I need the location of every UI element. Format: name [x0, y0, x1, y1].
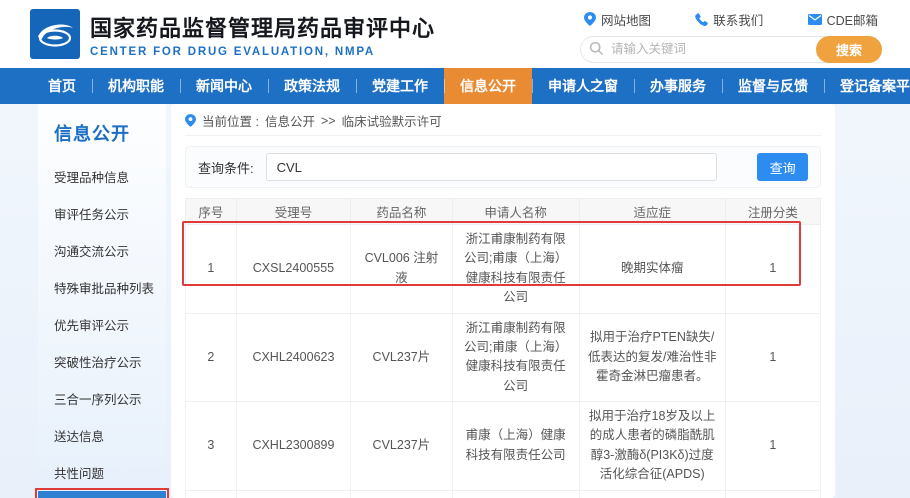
phone-icon: [695, 13, 708, 26]
nav-item-policies[interactable]: 政策法规: [268, 68, 356, 104]
site-title: 国家药品监督管理局药品审评中心: [90, 11, 435, 43]
nav-item-news[interactable]: 新闻中心: [180, 68, 268, 104]
col-acceptance-no: 受理号: [236, 199, 350, 225]
breadcrumb-section[interactable]: 信息公开: [265, 111, 315, 130]
query-bar: 查询条件: 查询: [185, 146, 821, 188]
cell-acceptance-no: CXHL2400623: [236, 313, 350, 402]
cell-applicant: 甫康（上海）健康科技有限责任公司: [452, 402, 579, 491]
nav-item-home[interactable]: 首页: [32, 68, 92, 104]
sidebar-item-common-issues[interactable]: 共性问题: [38, 454, 166, 491]
cde-logo-icon: [30, 9, 80, 59]
cell-indication: 拟用于治疗18岁及以上的成人患者的磷脂酰肌醇3-激酶δ(PI3Kδ)过度活化综合…: [579, 402, 725, 491]
table-row-1[interactable]: 1 CXSL2400555 CVL006 注射液 浙江甫康制药有限公司;甫康（上…: [186, 225, 821, 314]
cell-acceptance-no: CXHL2300899: [236, 402, 350, 491]
query-input[interactable]: [266, 153, 718, 181]
sidebar-item-three-in-one[interactable]: 三合一序列公示: [38, 380, 166, 417]
sidebar-item-accepted-products[interactable]: 受理品种信息: [38, 158, 166, 195]
link-site-map[interactable]: 网站地图: [584, 10, 651, 29]
col-indication: 适应症: [579, 199, 725, 225]
results-table-wrap: 序号 受理号 药品名称 申请人名称 适应症 注册分类 1 CXSL2400555: [185, 198, 821, 498]
header-right: 网站地图 联系我们 CDE邮箱 搜索: [580, 6, 882, 63]
site-header: 国家药品监督管理局药品审评中心 CENTER FOR DRUG EVALUATI…: [0, 0, 910, 68]
cell-indication: 晚期实体瘤: [579, 225, 725, 314]
cell-reg-class: 1: [725, 313, 820, 402]
cell-acceptance-no: CXSL2400555: [236, 225, 350, 314]
cell-drug-name: CVL006 注射液: [351, 225, 453, 314]
nav-item-services[interactable]: 办事服务: [634, 68, 722, 104]
nav-item-info-disclosure[interactable]: 信息公开: [444, 68, 532, 104]
site-subtitle: CENTER FOR DRUG EVALUATION, NMPA: [90, 46, 435, 58]
cell-seq: 2: [186, 313, 237, 402]
col-applicant: 申请人名称: [452, 199, 579, 225]
search-icon: [589, 41, 604, 56]
sidebar: 信息公开 受理品种信息 审评任务公示 沟通交流公示 特殊审批品种列表 优先审评公…: [38, 104, 166, 498]
sidebar-item-special-approval[interactable]: 特殊审批品种列表: [38, 269, 166, 306]
left-margin: [0, 104, 38, 498]
brand: 国家药品监督管理局药品审评中心 CENTER FOR DRUG EVALUATI…: [30, 9, 435, 59]
nav-item-functions[interactable]: 机构职能: [92, 68, 180, 104]
breadcrumb-pin-icon: [185, 114, 196, 127]
cell-drug-name: CVL237片: [351, 402, 453, 491]
location-pin-icon: [584, 12, 596, 26]
link-label: 网站地图: [601, 10, 651, 29]
col-seq: 序号: [186, 199, 237, 225]
breadcrumb-current[interactable]: 临床试验默示许可: [342, 111, 442, 130]
cell-indication: 拟用于治疗PTEN缺失/低表达的复发/难治性非霍奇金淋巴瘤患者。: [579, 313, 725, 402]
main-panel: 当前位置 : 信息公开 >> 临床试验默示许可 查询条件: 查询 序号: [171, 104, 835, 498]
header-search: 搜索: [580, 36, 882, 63]
nav-item-applicant-window[interactable]: 申请人之窗: [532, 68, 634, 104]
nav-item-registration-platform[interactable]: 登记备案平台: [824, 68, 910, 104]
mail-icon: [808, 14, 822, 25]
cell-drug-name: CVL237片: [351, 313, 453, 402]
sidebar-item-breakthrough-therapy[interactable]: 突破性治疗公示: [38, 343, 166, 380]
page: 国家药品监督管理局药品审评中心 CENTER FOR DRUG EVALUATI…: [0, 0, 910, 498]
cell-reg-class: 1: [725, 490, 820, 498]
col-reg-class: 注册分类: [725, 199, 820, 225]
results-table: 序号 受理号 药品名称 申请人名称 适应症 注册分类 1 CXSL2400555: [185, 198, 821, 498]
link-contact-us[interactable]: 联系我们: [695, 10, 763, 29]
sidebar-item-priority-review[interactable]: 优先审评公示: [38, 306, 166, 343]
cell-applicant: 浙江甫康制药有限公司;甫康（上海）健康科技有限责任公司: [452, 225, 579, 314]
sidebar-title: 信息公开: [38, 120, 166, 146]
cell-reg-class: 1: [725, 402, 820, 491]
breadcrumb: 当前位置 : 信息公开 >> 临床试验默示许可: [185, 106, 821, 136]
cell-drug-name: CVL237片: [351, 490, 453, 498]
breadcrumb-separator: >>: [321, 114, 336, 128]
cell-seq: 4: [186, 490, 237, 498]
brand-text: 国家药品监督管理局药品审评中心 CENTER FOR DRUG EVALUATI…: [90, 11, 435, 58]
query-label: 查询条件:: [198, 158, 254, 177]
sidebar-item-delivery-info[interactable]: 送达信息: [38, 417, 166, 454]
nav-item-party[interactable]: 党建工作: [356, 68, 444, 104]
query-button[interactable]: 查询: [757, 153, 808, 181]
cell-acceptance-no: CXHL2300803: [236, 490, 350, 498]
sidebar-item-review-tasks[interactable]: 审评任务公示: [38, 195, 166, 232]
cell-applicant: 浙江甫康制药有限公司;甫康（上海）健康科技有限责任公司: [452, 490, 579, 498]
nav-item-supervision[interactable]: 监督与反馈: [722, 68, 824, 104]
main-nav: 首页 机构职能 新闻中心 政策法规 党建工作 信息公开 申请人之窗 办事服务 监…: [0, 68, 910, 104]
search-button[interactable]: 搜索: [816, 36, 882, 63]
col-drug-name: 药品名称: [351, 199, 453, 225]
quick-links: 网站地图 联系我们 CDE邮箱: [580, 10, 882, 29]
cell-indication: 拟用于治疗PTEN缺失的晚期实体瘤患者: [579, 490, 725, 498]
table-row-2[interactable]: 2 CXHL2400623 CVL237片 浙江甫康制药有限公司;甫康（上海）健…: [186, 313, 821, 402]
sidebar-item-clinical-trial-implied-license[interactable]: 临床试验默示许可: [38, 491, 166, 498]
cell-reg-class: 1: [725, 225, 820, 314]
link-label: 联系我们: [713, 10, 763, 29]
content: 信息公开 受理品种信息 审评任务公示 沟通交流公示 特殊审批品种列表 优先审评公…: [0, 104, 910, 498]
link-label: CDE邮箱: [827, 10, 878, 29]
cell-seq: 1: [186, 225, 237, 314]
link-cde-mailbox[interactable]: CDE邮箱: [808, 10, 878, 29]
sidebar-item-communication[interactable]: 沟通交流公示: [38, 232, 166, 269]
cell-seq: 3: [186, 402, 237, 491]
breadcrumb-prefix: 当前位置 :: [202, 111, 259, 130]
table-header-row: 序号 受理号 药品名称 申请人名称 适应症 注册分类: [186, 199, 821, 225]
table-row-3[interactable]: 3 CXHL2300899 CVL237片 甫康（上海）健康科技有限责任公司 拟…: [186, 402, 821, 491]
table-row-4[interactable]: 4 CXHL2300803 CVL237片 浙江甫康制药有限公司;甫康（上海）健…: [186, 490, 821, 498]
cell-applicant: 浙江甫康制药有限公司;甫康（上海）健康科技有限责任公司: [452, 313, 579, 402]
